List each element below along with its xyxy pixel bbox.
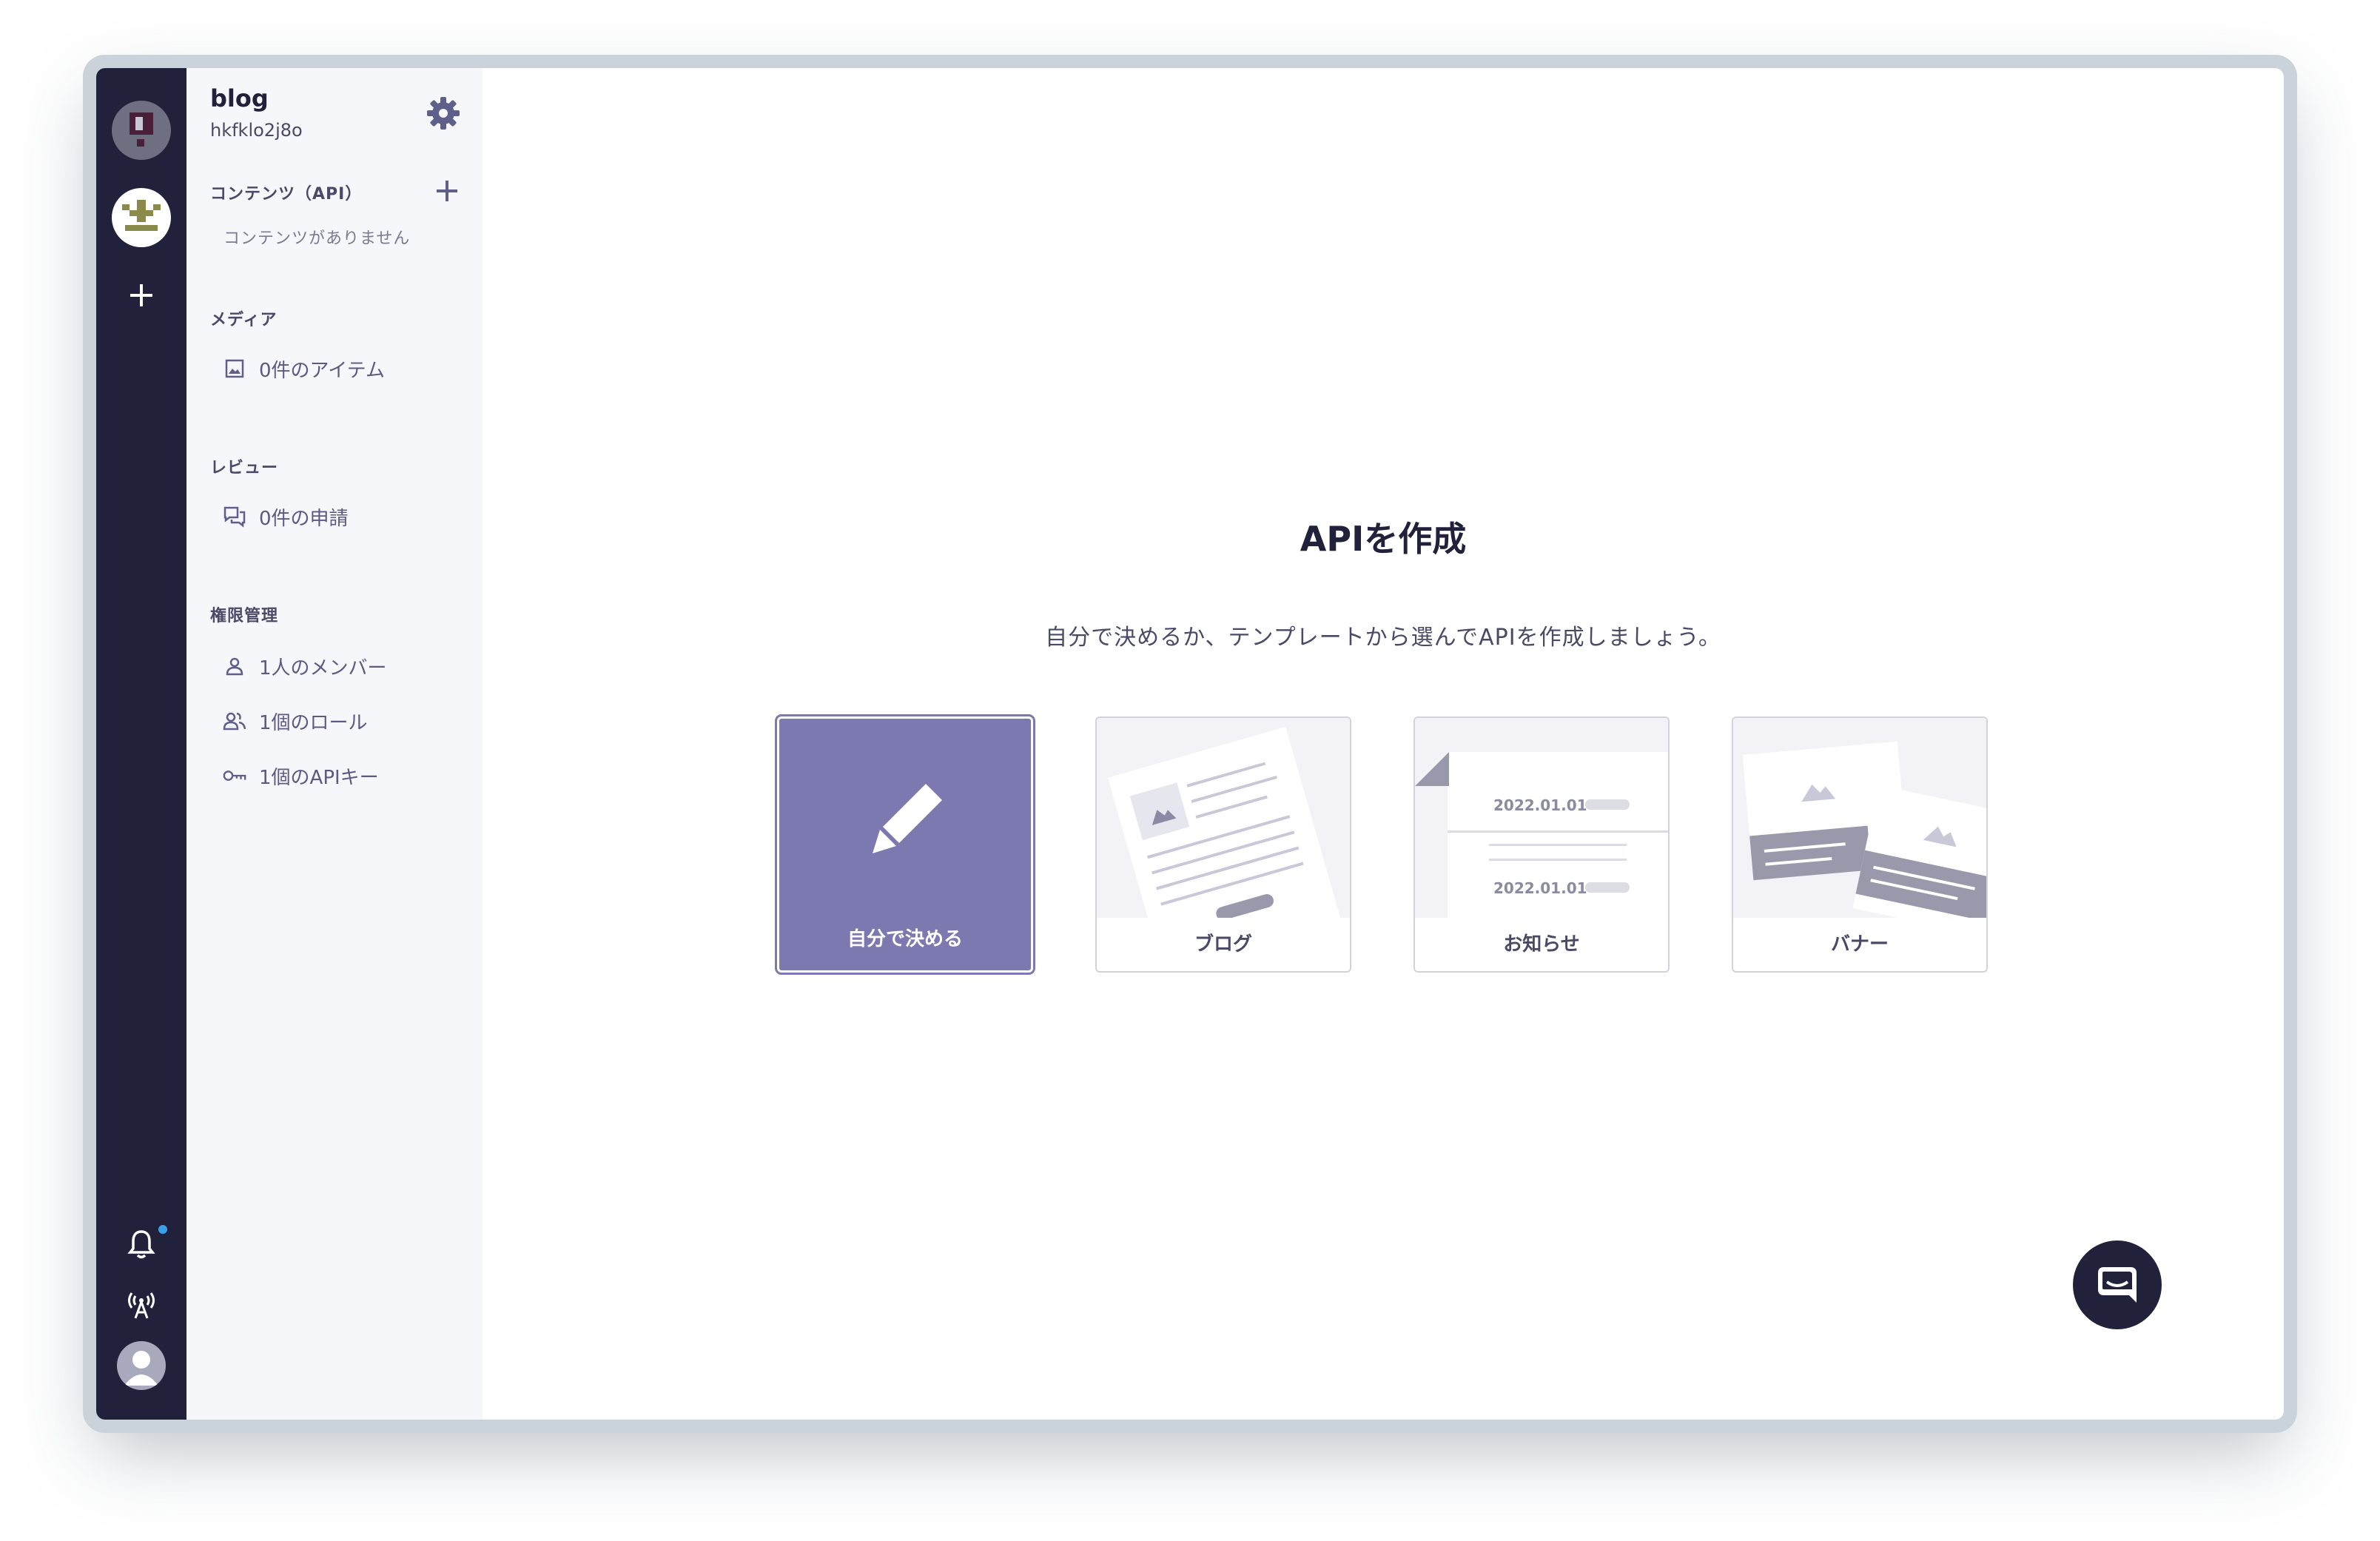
sidebar-item-label: 1人のメンバー [259, 657, 387, 679]
service-logo-icon [130, 113, 153, 147]
plus-icon [437, 181, 457, 201]
service-id: hkfklo2j8o [210, 120, 303, 141]
add-service-button[interactable] [115, 269, 167, 321]
plus-icon [130, 284, 152, 306]
chat-support-button[interactable] [2073, 1240, 2162, 1329]
service-logo-icon [122, 200, 161, 231]
sidebar-item-roles[interactable]: 1個のロール [222, 705, 368, 737]
review-icon [222, 504, 247, 529]
service-avatar-1[interactable] [112, 101, 171, 160]
user-avatar[interactable] [117, 1341, 166, 1390]
member-icon [222, 654, 247, 679]
review-section-title: レビュー [210, 459, 279, 477]
app-window: blog hkfklo2j8o コンテンツ（API） コンテンツがありません メ… [96, 68, 2284, 1420]
news-date: 2022.01.01 [1493, 879, 1587, 897]
media-section-title: メディア [210, 311, 278, 329]
template-card-blog[interactable]: ブログ [1095, 716, 1351, 973]
sidebar-item-label: 0件の申請 [259, 507, 349, 530]
bell-icon [127, 1230, 155, 1259]
sidebar-item-label: 0件のアイテム [259, 359, 385, 382]
template-card-label: 自分で決める [847, 928, 963, 950]
sidebar-item-api-keys[interactable]: 1個のAPIキー [222, 759, 379, 792]
template-card-label: バナー [1830, 933, 1889, 956]
user-icon [124, 1351, 158, 1386]
role-icon [222, 708, 247, 733]
template-card-label: ブログ [1194, 933, 1252, 956]
template-card-news[interactable]: 2022.01.01 2022.01.01 お知らせ [1413, 716, 1670, 973]
page-description: 自分で決めるか、テンプレートから選んでAPIを作成しましょう。 [1045, 625, 1721, 651]
news-illustration: 2022.01.01 2022.01.01 [1415, 718, 1668, 918]
gear-icon [427, 97, 460, 130]
add-api-button[interactable] [432, 176, 462, 206]
permissions-section-title: 権限管理 [210, 607, 279, 625]
antenna-icon [128, 1292, 155, 1319]
service-avatar-2[interactable] [112, 188, 171, 247]
pencil-icon [873, 784, 942, 853]
sidebar-item-media[interactable]: 0件のアイテム [222, 352, 385, 385]
contents-section-title: コンテンツ（API） [210, 185, 363, 204]
sidebar-item-label: 1個のAPIキー [259, 766, 379, 789]
notifications-button[interactable] [120, 1223, 163, 1266]
service-sidebar: blog hkfklo2j8o コンテンツ（API） コンテンツがありません メ… [186, 68, 483, 1420]
news-date: 2022.01.01 [1493, 796, 1587, 814]
contents-empty-message: コンテンツがありません [223, 229, 411, 248]
notification-badge [158, 1225, 167, 1234]
template-card-custom[interactable]: 自分で決める [777, 716, 1033, 973]
template-card-label: お知らせ [1503, 933, 1580, 956]
template-card-banner[interactable]: バナー [1732, 716, 1988, 973]
sidebar-item-review[interactable]: 0件の申請 [222, 500, 349, 533]
service-settings-button[interactable] [425, 95, 462, 132]
image-icon [222, 356, 247, 381]
service-rail [96, 68, 186, 1420]
banner-illustration [1733, 718, 1986, 918]
page-title: APIを作成 [1300, 519, 1467, 559]
blog-illustration [1097, 718, 1350, 918]
main-content: APIを作成 自分で決めるか、テンプレートから選んでAPIを作成しましょう。 自… [483, 68, 2284, 1420]
service-name: blog [210, 84, 269, 113]
chat-icon [2098, 1267, 2137, 1303]
sidebar-item-label: 1個のロール [259, 711, 368, 734]
sidebar-item-members[interactable]: 1人のメンバー [222, 650, 387, 682]
key-icon [222, 763, 247, 788]
news-button[interactable] [120, 1282, 163, 1325]
